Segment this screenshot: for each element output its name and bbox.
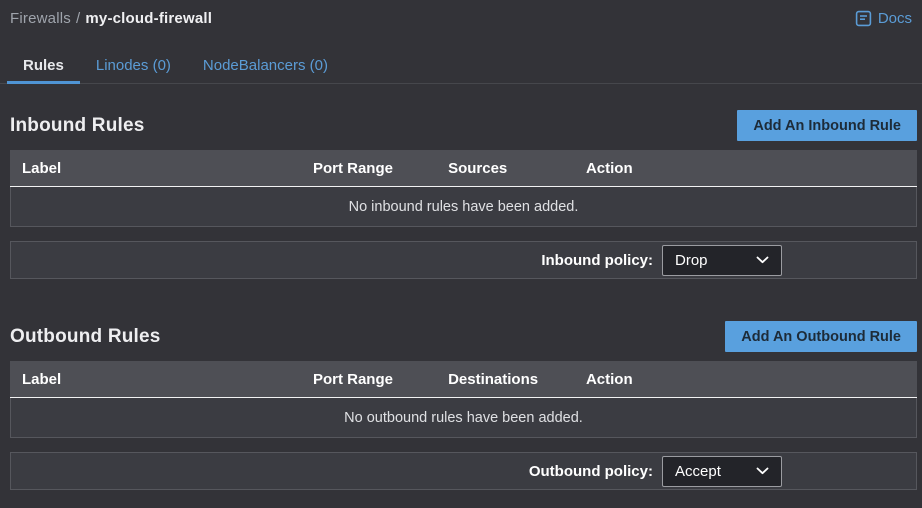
tab-rules[interactable]: Rules (7, 48, 80, 83)
add-inbound-rule-button[interactable]: Add An Inbound Rule (737, 110, 917, 141)
breadcrumb-separator: / (76, 10, 80, 27)
content-area: Inbound Rules Add An Inbound Rule Label … (0, 110, 922, 490)
inbound-empty-row: No inbound rules have been added. (10, 187, 917, 227)
outbound-policy-label: Outbound policy: (529, 463, 653, 480)
chevron-down-icon (756, 467, 769, 475)
outbound-rules-title: Outbound Rules (10, 326, 161, 348)
outbound-policy-row: Outbound policy: Accept (10, 452, 917, 490)
inbound-column-sources: Sources (448, 160, 586, 177)
inbound-policy-select[interactable]: Drop (662, 245, 782, 276)
breadcrumb-current-firewall: my-cloud-firewall (85, 10, 212, 27)
breadcrumb-firewalls-link[interactable]: Firewalls (10, 10, 71, 27)
inbound-column-label: Label (10, 160, 313, 177)
inbound-rules-table: Label Port Range Sources Action No inbou… (10, 150, 917, 227)
inbound-policy-label: Inbound policy: (541, 252, 653, 269)
outbound-table-header-row: Label Port Range Destinations Action (10, 361, 917, 398)
inbound-column-action: Action (586, 160, 917, 177)
outbound-column-label: Label (10, 371, 313, 388)
inbound-rules-title: Inbound Rules (10, 115, 145, 137)
outbound-empty-row: No outbound rules have been added. (10, 398, 917, 438)
inbound-section-header: Inbound Rules Add An Inbound Rule (10, 110, 917, 141)
inbound-table-header-row: Label Port Range Sources Action (10, 150, 917, 187)
outbound-column-port-range: Port Range (313, 371, 448, 388)
outbound-policy-select[interactable]: Accept (662, 456, 782, 487)
outbound-empty-message: No outbound rules have been added. (344, 410, 583, 426)
inbound-empty-message: No inbound rules have been added. (349, 199, 579, 215)
outbound-section-header: Outbound Rules Add An Outbound Rule (10, 321, 917, 352)
inbound-policy-row: Inbound policy: Drop (10, 241, 917, 279)
inbound-policy-selected-value: Drop (675, 252, 708, 269)
docs-icon (855, 10, 872, 27)
docs-link-label: Docs (878, 10, 912, 27)
outbound-column-action: Action (586, 371, 917, 388)
tab-bar: Rules Linodes (0) NodeBalancers (0) (0, 48, 922, 84)
docs-link[interactable]: Docs (855, 10, 912, 27)
chevron-down-icon (756, 256, 769, 264)
outbound-rules-table: Label Port Range Destinations Action No … (10, 361, 917, 438)
top-bar: Firewalls / my-cloud-firewall Docs (0, 0, 922, 27)
breadcrumb: Firewalls / my-cloud-firewall (10, 10, 212, 27)
outbound-policy-selected-value: Accept (675, 463, 721, 480)
firewall-detail-page: Firewalls / my-cloud-firewall Docs Rules L… (0, 0, 922, 508)
add-outbound-rule-button[interactable]: Add An Outbound Rule (725, 321, 917, 352)
tab-linodes[interactable]: Linodes (0) (80, 48, 187, 83)
outbound-column-destinations: Destinations (448, 371, 586, 388)
tab-nodebalancers[interactable]: NodeBalancers (0) (187, 48, 344, 83)
inbound-column-port-range: Port Range (313, 160, 448, 177)
